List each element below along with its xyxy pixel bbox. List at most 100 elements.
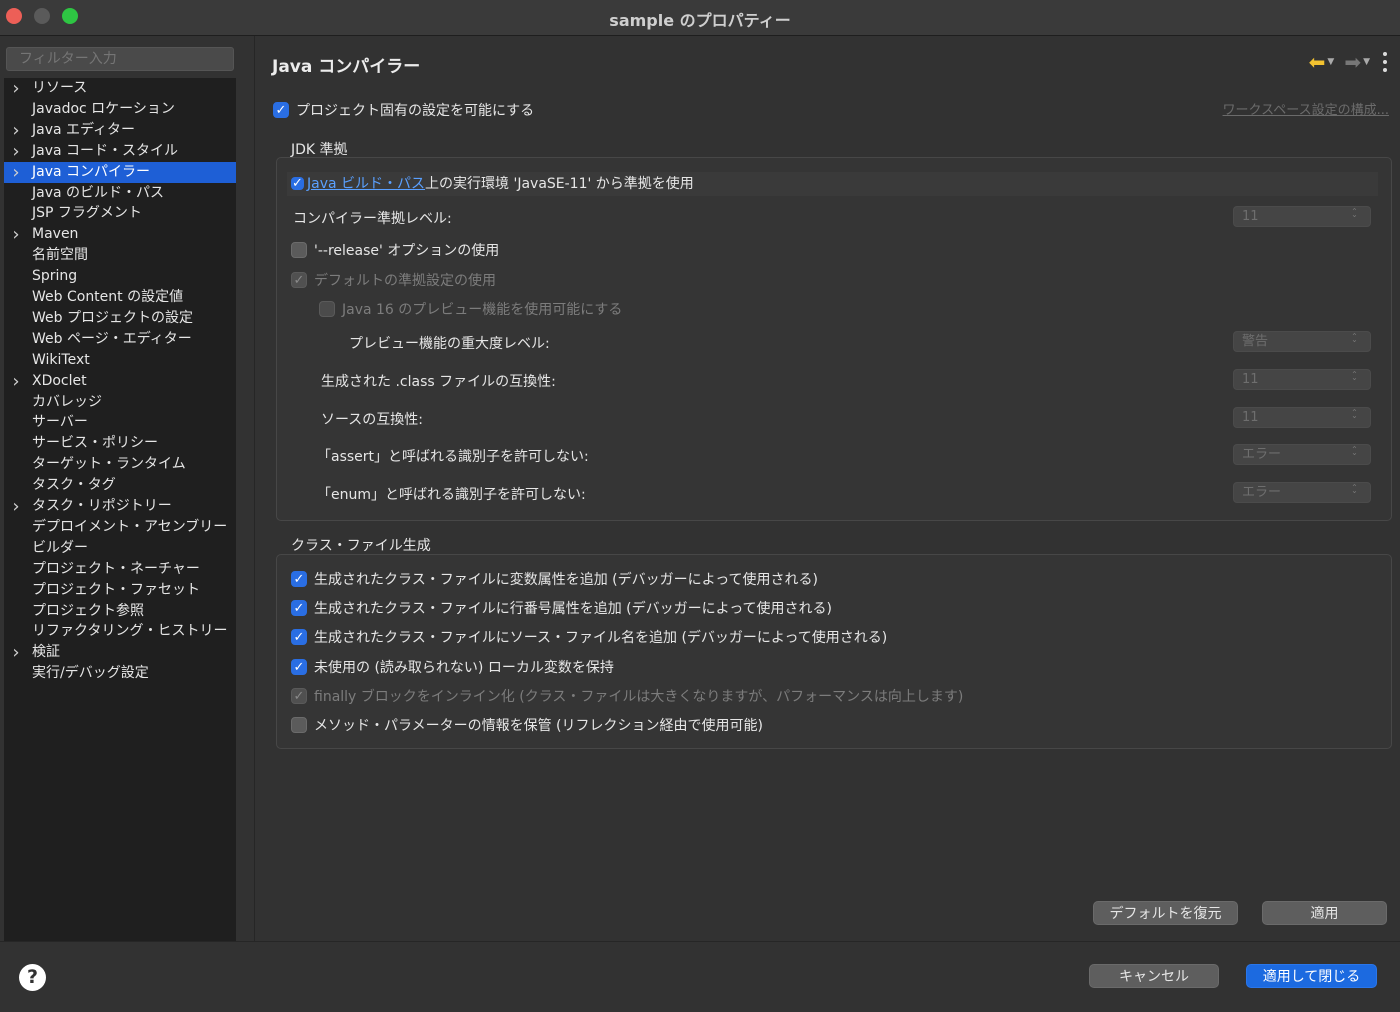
compliance-level-select: 11	[1233, 206, 1371, 227]
classfile-opt2-row[interactable]: 生成されたクラス・ファイルに行番号属性を追加 (デバッガーによって使用される)	[291, 597, 832, 619]
sidebar-item-label: サービス・ポリシー	[32, 435, 158, 452]
sidebar-item[interactable]: Web Content の設定値	[4, 287, 236, 308]
filter-input[interactable]	[6, 47, 234, 71]
classfile-opt5-row: finally ブロックをインライン化 (クラス・ファイルは大きくなりますが、パ…	[291, 685, 963, 707]
enum-identifier-select: エラー	[1233, 482, 1371, 503]
sidebar-item[interactable]: Web ページ・エディター	[4, 329, 236, 350]
sidebar-item[interactable]: リファクタリング・ヒストリー	[4, 621, 236, 642]
use-env-compliance-row[interactable]: Java ビルド・パス上の実行環境 'JavaSE-11' から準拠を使用	[291, 172, 694, 194]
sidebar-item-label: XDoclet	[32, 372, 87, 389]
sidebar-item-label: デプロイメント・アセンブリー	[32, 518, 228, 535]
sidebar-item-label: Web プロジェクトの設定	[32, 309, 193, 326]
sidebar-item[interactable]: サーバー	[4, 412, 236, 433]
sidebar-item[interactable]: サービス・ポリシー	[4, 433, 236, 454]
sidebar-item-label: ターゲット・ランタイム	[32, 456, 186, 473]
sidebar-item-label: Javadoc ロケーション	[32, 100, 175, 117]
sidebar-item-label: リソース	[32, 80, 88, 96]
sidebar-item[interactable]: Java のビルド・パス	[4, 183, 236, 204]
apply-button[interactable]: 適用	[1262, 901, 1387, 925]
sidebar-item[interactable]: JSP フラグメント	[4, 203, 236, 224]
cancel-button[interactable]: キャンセル	[1089, 964, 1219, 988]
sidebar-item[interactable]: › リソース	[4, 78, 236, 99]
sidebar-item[interactable]: プロジェクト・ネーチャー	[4, 559, 236, 580]
chevron-right-icon[interactable]: ›	[8, 162, 24, 183]
sidebar-item[interactable]: Javadoc ロケーション	[4, 99, 236, 120]
forward-dropdown-icon[interactable]: ▼	[1363, 57, 1370, 67]
sidebar-item-label: Java エディター	[32, 121, 136, 138]
sidebar-item-label: リファクタリング・ヒストリー	[32, 623, 228, 640]
sidebar-item-label: Spring	[32, 268, 78, 285]
sidebar-item[interactable]: カバレッジ	[4, 392, 236, 413]
sidebar-item-label: Java のビルド・パス	[32, 184, 165, 201]
classfile-opt6-checkbox[interactable]	[291, 717, 307, 733]
back-arrow-icon[interactable]: ⬅	[1309, 50, 1326, 74]
sidebar-item[interactable]: ビルダー	[4, 538, 236, 559]
sidebar-item[interactable]: 名前空間	[4, 245, 236, 266]
chevron-right-icon[interactable]: ›	[8, 371, 24, 392]
classfile-opt5-checkbox	[291, 688, 307, 704]
assert-identifier-select: エラー	[1233, 444, 1371, 465]
release-option-row[interactable]: '--release' オプションの使用	[291, 239, 499, 261]
classfile-opt2-checkbox[interactable]	[291, 600, 307, 616]
sidebar-item[interactable]: タスク・タグ	[4, 475, 236, 496]
classfile-opt3-checkbox[interactable]	[291, 629, 307, 645]
sidebar-item[interactable]: デプロイメント・アセンブリー	[4, 517, 236, 538]
sidebar-item[interactable]: › 検証	[4, 642, 236, 663]
preview-enable-row: Java 16 のプレビュー機能を使用可能にする	[319, 298, 622, 320]
dialog-footer: ? キャンセル 適用して閉じる	[0, 941, 1400, 1012]
sidebar-item[interactable]: 実行/デバッグ設定	[4, 663, 236, 684]
classfile-group-title: クラス・ファイル生成	[291, 538, 431, 554]
chevron-right-icon[interactable]: ›	[8, 642, 24, 663]
sidebar-item[interactable]: › Java コード・スタイル	[4, 141, 236, 162]
back-dropdown-icon[interactable]: ▼	[1327, 57, 1334, 67]
classfile-opt4-checkbox[interactable]	[291, 659, 307, 675]
sidebar-item[interactable]: › Java コンパイラー	[4, 161, 236, 183]
class-compat-select: 11	[1233, 369, 1371, 390]
chevron-right-icon[interactable]: ›	[8, 141, 24, 162]
chevron-right-icon[interactable]: ›	[8, 78, 24, 99]
title-bar: sample のプロパティー	[0, 0, 1400, 36]
assert-identifier-label: 「assert」と呼ばれる識別子を許可しない:	[317, 449, 589, 465]
apply-and-close-button[interactable]: 適用して閉じる	[1246, 964, 1377, 988]
classfile-opt1-checkbox[interactable]	[291, 571, 307, 587]
sidebar-item[interactable]: › Java エディター	[4, 120, 236, 141]
sidebar-item[interactable]: Web プロジェクトの設定	[4, 308, 236, 329]
preview-enable-checkbox	[319, 301, 335, 317]
java-build-path-link[interactable]: Java ビルド・パス	[307, 176, 425, 192]
chevron-right-icon[interactable]: ›	[8, 224, 24, 245]
chevron-right-icon[interactable]: ›	[8, 496, 24, 517]
property-tree: › リソース Javadoc ロケーション › Java エディター › Java コード・…	[4, 78, 236, 941]
sidebar-item-label: Web ページ・エディター	[32, 330, 192, 347]
page-title: Java コンパイラー	[272, 57, 421, 77]
more-menu-icon[interactable]	[1382, 52, 1388, 72]
sidebar-item[interactable]: プロジェクト参照	[4, 601, 236, 622]
use-env-compliance-checkbox[interactable]	[291, 176, 304, 190]
enum-identifier-label: 「enum」と呼ばれる識別子を許可しない:	[317, 487, 586, 503]
chevron-right-icon[interactable]: ›	[8, 120, 24, 141]
sidebar-item[interactable]: › XDoclet	[4, 371, 236, 392]
sidebar-item-label: Java コンパイラー	[32, 163, 151, 180]
enable-project-settings-row[interactable]: プロジェクト固有の設定を可能にする	[273, 99, 534, 121]
window-title: sample のプロパティー	[609, 11, 791, 30]
sidebar-item[interactable]: Spring	[4, 266, 236, 287]
enable-project-settings-checkbox[interactable]	[273, 102, 289, 118]
classfile-opt6-row[interactable]: メソッド・パラメーターの情報を保管 (リフレクション経由で使用可能)	[291, 714, 763, 736]
forward-arrow-icon[interactable]: ➡	[1344, 50, 1361, 74]
sidebar-item[interactable]: › タスク・リポジトリー	[4, 496, 236, 517]
sidebar-item[interactable]: WikiText	[4, 350, 236, 371]
default-compliance-row: デフォルトの準拠設定の使用	[291, 269, 496, 291]
classfile-opt1-row[interactable]: 生成されたクラス・ファイルに変数属性を追加 (デバッガーによって使用される)	[291, 568, 818, 590]
classfile-opt4-row[interactable]: 未使用の (読み取られない) ローカル変数を保持	[291, 656, 614, 678]
sidebar-item[interactable]: ターゲット・ランタイム	[4, 454, 236, 475]
workspace-settings-link[interactable]: ワークスペース設定の構成...	[1223, 99, 1389, 118]
sidebar-item[interactable]: › Maven	[4, 224, 236, 245]
restore-defaults-button[interactable]: デフォルトを復元	[1093, 901, 1238, 925]
classfile-opt3-row[interactable]: 生成されたクラス・ファイルにソース・ファイル名を追加 (デバッガーによって使用さ…	[291, 626, 887, 648]
class-compat-label: 生成された .class ファイルの互換性:	[321, 374, 556, 390]
help-icon[interactable]: ?	[19, 964, 46, 991]
release-option-checkbox[interactable]	[291, 242, 307, 258]
sidebar: › リソース Javadoc ロケーション › Java エディター › Java コード・…	[4, 44, 236, 941]
sidebar-item[interactable]: プロジェクト・ファセット	[4, 580, 236, 601]
preview-severity-select: 警告	[1233, 331, 1371, 352]
sidebar-item-label: 名前空間	[32, 247, 88, 264]
